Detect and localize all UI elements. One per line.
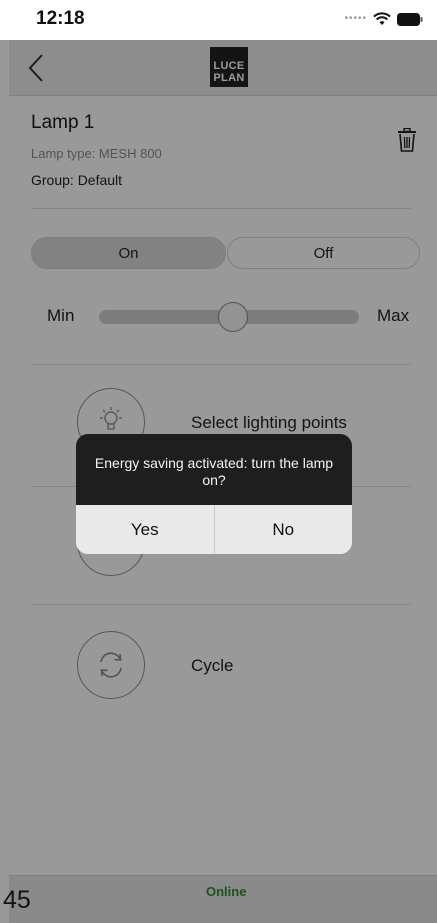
alert-buttons: Yes No: [76, 505, 352, 554]
no-button[interactable]: No: [213, 505, 352, 554]
status-bar: 12:18 •••••: [0, 0, 437, 40]
status-icons: •••••: [344, 12, 423, 26]
yes-button[interactable]: Yes: [76, 505, 214, 554]
energy-saving-alert: Energy saving activated: turn the lamp o…: [76, 434, 352, 554]
screen: 12:18 ••••• LUCE PLAN Lamp 1 Lamp type: …: [0, 0, 437, 923]
alert-message: Energy saving activated: turn the lamp o…: [76, 434, 352, 505]
wifi-icon: [373, 12, 391, 26]
battery-icon: [397, 12, 423, 26]
status-time: 12:18: [36, 8, 85, 29]
signal-icon: •••••: [344, 13, 367, 24]
